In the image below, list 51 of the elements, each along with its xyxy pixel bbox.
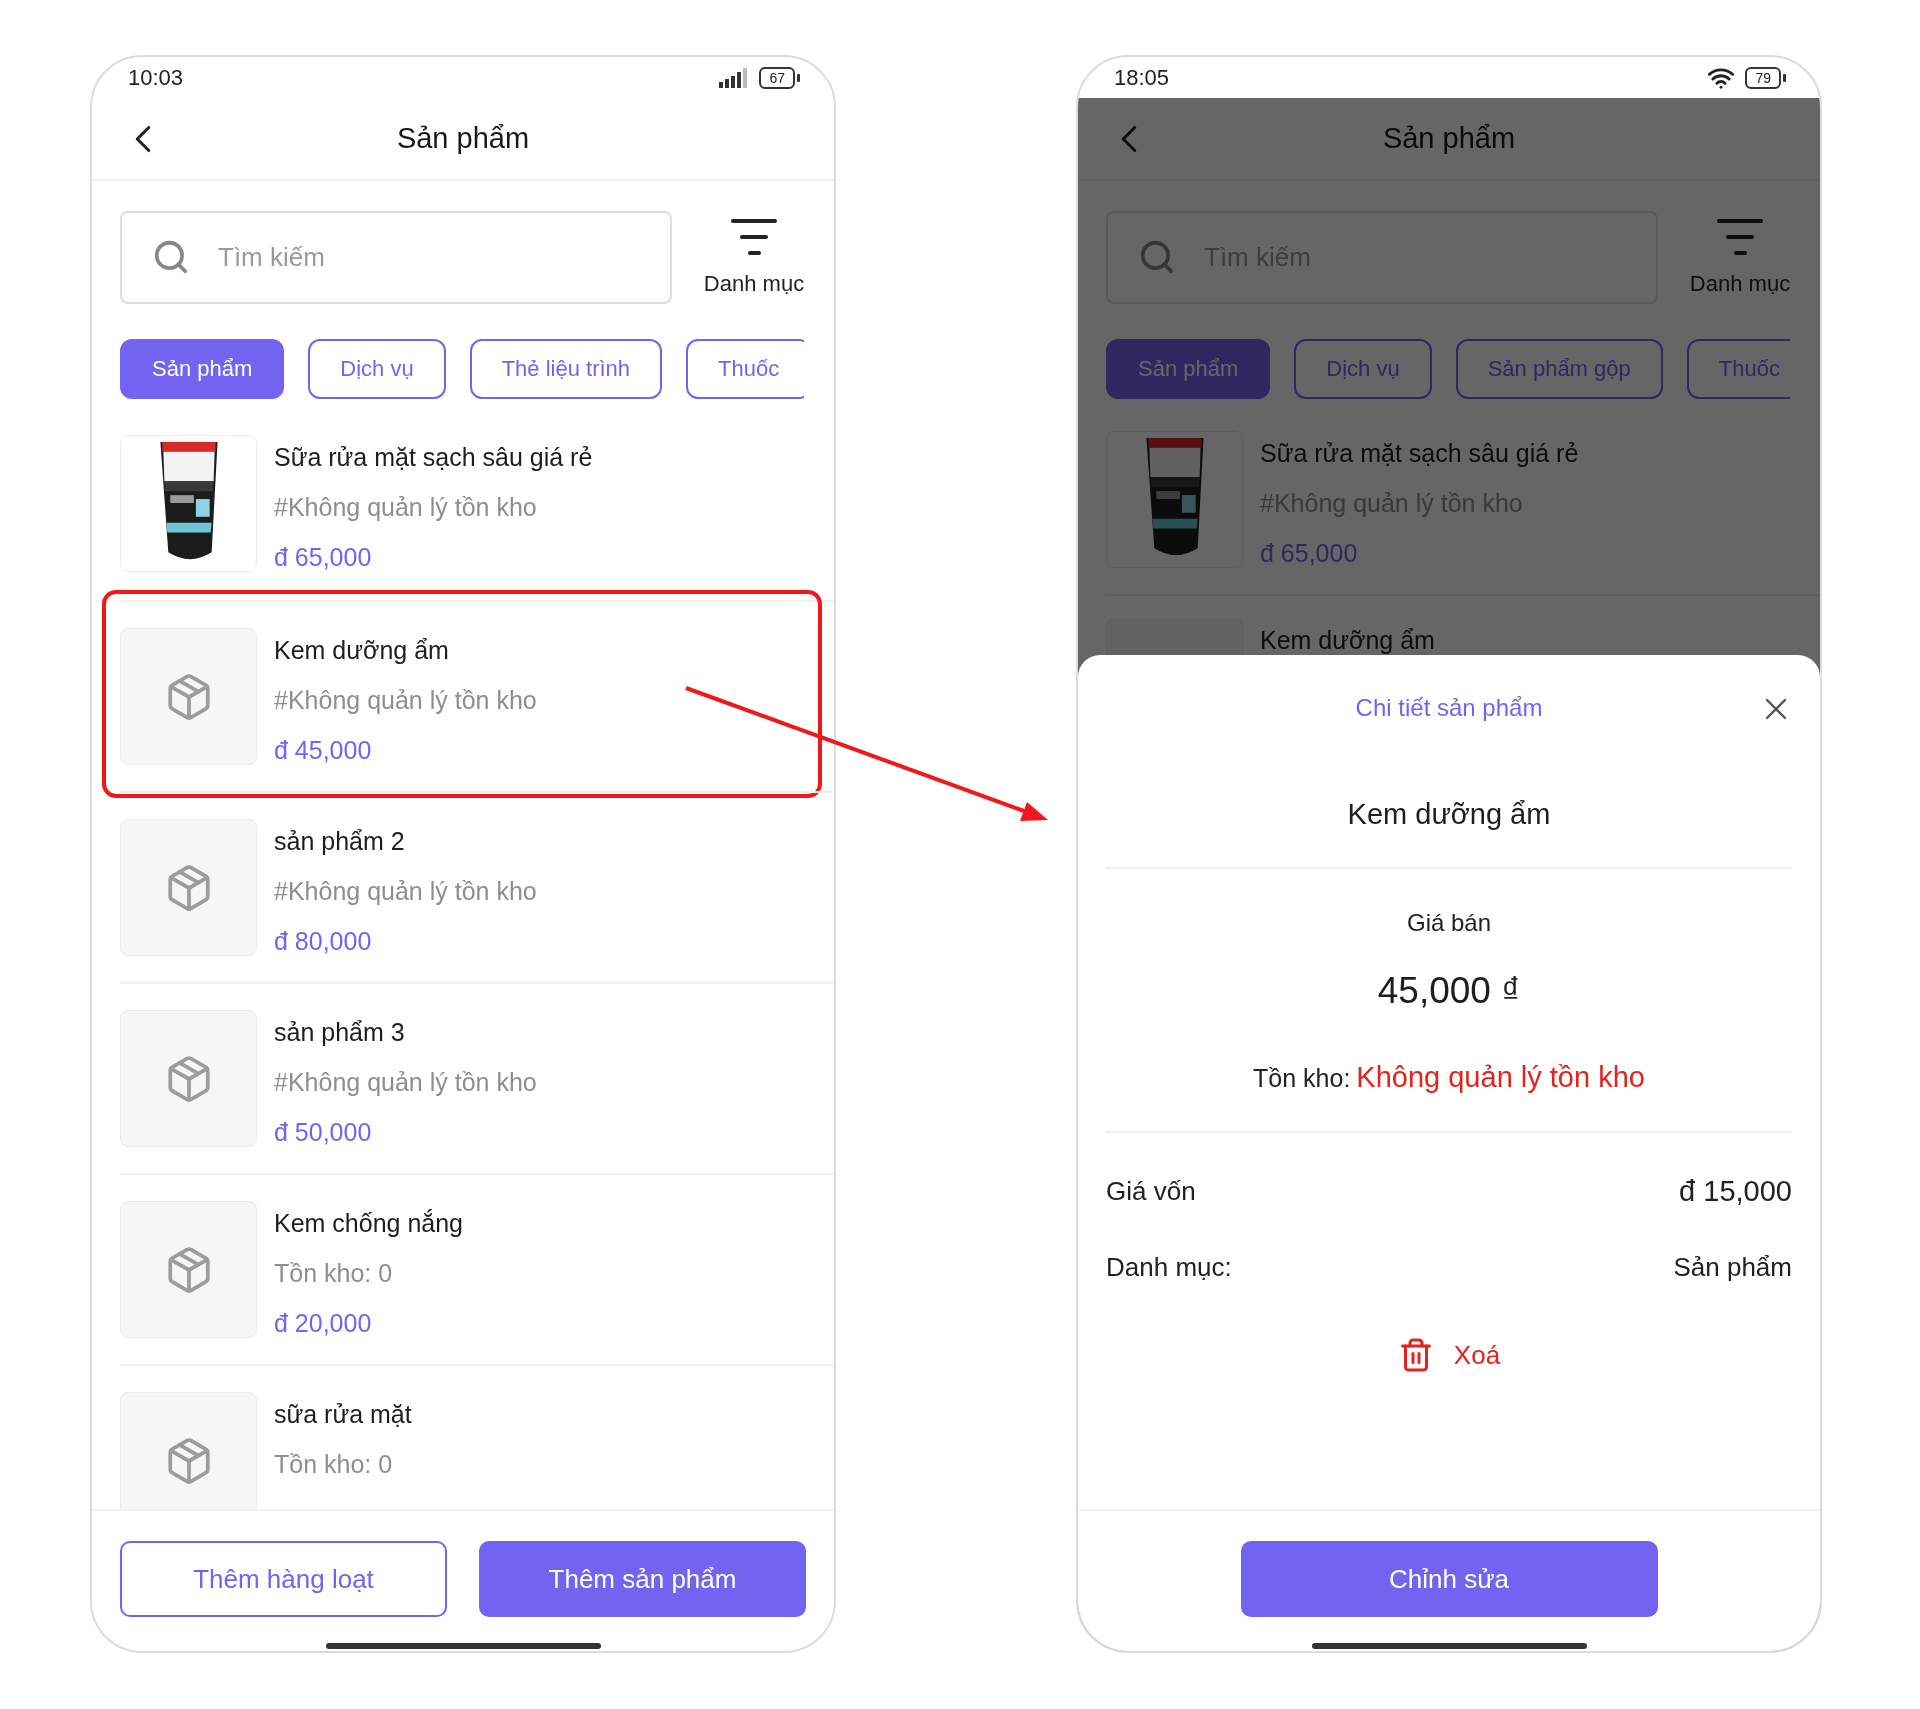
product-name[interactable]: sữa rửa mặt (274, 1389, 412, 1439)
detail-value: Sản phẩm (1673, 1251, 1792, 1284)
edit-button[interactable]: Chỉnh sửa (1240, 1541, 1658, 1617)
detail-product-name: Kem dưỡng ẩm (1347, 797, 1551, 831)
detail-label: Giá vốn (1106, 1175, 1196, 1208)
product-price: đ 45,000 (274, 735, 373, 766)
product-name[interactable]: Kem chống nắng (274, 1198, 464, 1248)
product-price: đ 65,000 (1260, 538, 1359, 569)
bulk-add-button[interactable]: Thêm hàng loạt (120, 1541, 447, 1617)
battery-indicator: 67 (759, 66, 800, 89)
category-tab[interactable]: Thuốc (1686, 339, 1790, 399)
sale-price: 45,000 ₫ (1377, 969, 1521, 1013)
category-tab[interactable]: Dịch vụ (308, 339, 446, 399)
status-time: 18:05 (1114, 64, 1170, 91)
price-label: Giá bán (1406, 908, 1492, 938)
product-stock: #Không quản lý tồn kho (274, 1067, 537, 1098)
product-name[interactable]: Sữa rửa mặt sạch sâu giá rẻ (274, 432, 593, 482)
search-field[interactable]: Tìm kiếm (120, 211, 672, 304)
category-tab[interactable]: Sản phẩm gộp (1455, 339, 1663, 399)
delete-button[interactable]: Xoá (1397, 1335, 1501, 1375)
product-stock: Tồn kho: 0 (274, 1258, 394, 1289)
product-price: đ 65,000 (274, 542, 373, 573)
category-tab[interactable]: Thuốc (686, 339, 804, 399)
sheet-title: Chi tiết sản phẩm (1355, 694, 1543, 722)
product-stock: Tồn kho: 0 (274, 1449, 394, 1480)
product-name[interactable]: sản phẩm 3 (274, 1007, 537, 1057)
page-title: Sản phẩm (1382, 122, 1516, 155)
product-name[interactable]: sản phẩm 2 (274, 816, 537, 866)
category-label: Danh mục (1689, 271, 1791, 297)
detail-value: đ 15,000 (1679, 1174, 1792, 1209)
stock-label: Tồn kho: (1253, 1063, 1351, 1094)
page-title: Sản phẩm (396, 122, 530, 155)
product-price: đ 50,000 (274, 1117, 373, 1148)
battery-indicator: 79 (1745, 66, 1786, 89)
stock-value: Không quản lý tồn kho (1356, 1060, 1645, 1095)
product-stock: #Không quản lý tồn kho (274, 492, 538, 523)
category-tab[interactable]: Thẻ liệu trình (469, 339, 663, 399)
product-name[interactable]: Sữa rửa mặt sạch sâu giá rẻ (1260, 428, 1579, 478)
category-filter-button[interactable]: Danh mục (702, 211, 806, 304)
product-stock: #Không quản lý tồn kho (274, 685, 537, 716)
product-price: đ 80,000 (274, 926, 373, 957)
category-filter-button[interactable]: Danh mục (1688, 211, 1792, 304)
detail-label: Danh mục: (1106, 1251, 1232, 1284)
product-name[interactable]: Kem dưỡng ẩm (274, 625, 537, 675)
category-label: Danh mục (703, 271, 805, 297)
category-tab[interactable]: Sản phẩm (120, 339, 285, 399)
product-price: đ 20,000 (274, 1308, 373, 1339)
add-product-button[interactable]: Thêm sản phẩm (479, 1541, 806, 1617)
product-stock: #Không quản lý tồn kho (274, 876, 537, 907)
status-time: 10:03 (128, 64, 184, 91)
category-tab[interactable]: Dịch vụ (1294, 339, 1432, 399)
